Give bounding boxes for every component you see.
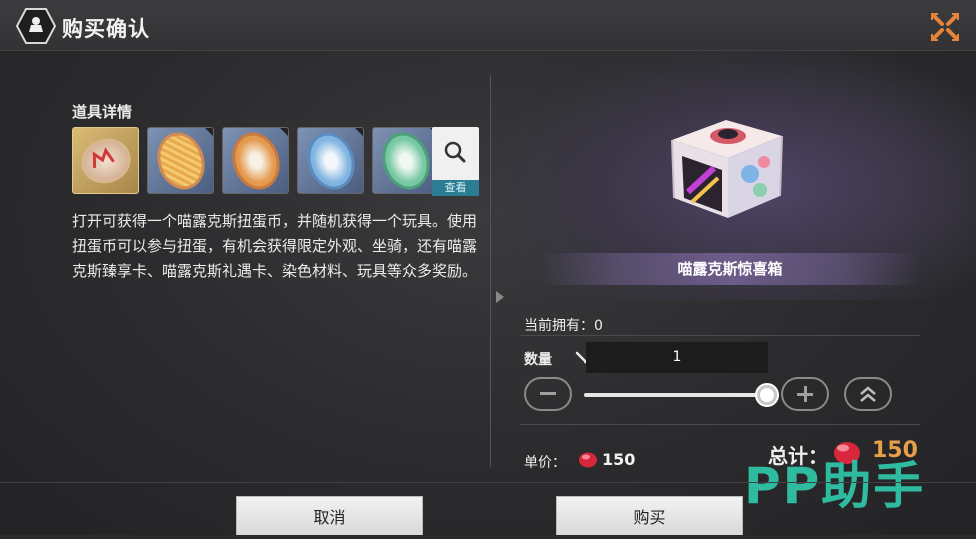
cancel-button[interactable]: 取消 [236,496,423,535]
blue-coin-icon [299,128,362,193]
quantity-slider-handle[interactable] [757,385,777,405]
increase-button[interactable] [781,377,829,411]
item-name-banner: 喵露克斯惊喜箱 [540,253,920,285]
thumbnail-corner [280,128,288,136]
shop-emblem-icon [16,8,56,44]
thumbnail-gold-coin[interactable] [147,127,214,194]
quantity-label: 数量 [524,352,552,368]
close-icon[interactable] [926,8,964,46]
minus-icon [540,392,556,395]
view-details-button[interactable]: 查看 [432,127,479,196]
orange-coin-icon [224,128,287,193]
thumbnail-corner [205,128,213,136]
gift-box-icon [671,120,783,218]
footer-separator [0,482,976,483]
page-title: 购买确认 [62,17,150,41]
unit-price-label: 单价： [524,455,566,471]
max-quantity-button[interactable] [844,377,892,411]
plus-icon [797,386,813,402]
red-gem-icon [579,452,597,468]
item-details-heading: 道具详情 [72,103,133,121]
gold-coin-icon [149,128,212,193]
owned-value: 0 [594,318,603,334]
separator [520,424,920,425]
decrease-button[interactable] [524,377,572,411]
double-chevron-up-icon [860,386,876,402]
green-coin-icon [374,128,437,193]
owned-label: 当前拥有： [524,318,594,334]
thumbnail-green-coin[interactable] [372,127,439,194]
unit-price-value: 150 [602,450,636,469]
search-icon [444,141,466,163]
item-description: 打开可获得一个喵露克斯扭蛋币，并随机获得一个玩具。使用扭蛋币可以参与扭蛋，有机会… [72,212,478,280]
owned-count: 当前拥有：0 [524,315,603,335]
view-label: 查看 [432,180,479,196]
thumbnail-corner [355,128,363,136]
separator [520,335,920,336]
quantity-input[interactable]: 1 [586,342,768,373]
red-coin-icon [74,131,137,190]
title-bar: 购买确认 [0,0,976,51]
buy-button[interactable]: 购买 [556,496,743,535]
thumbnail-orange-coin[interactable] [222,127,289,194]
thumbnail-red-coin[interactable] [72,127,139,194]
quantity-slider-track[interactable] [584,393,767,397]
thumbnail-blue-coin[interactable] [297,127,364,194]
panel-divider [490,75,491,467]
